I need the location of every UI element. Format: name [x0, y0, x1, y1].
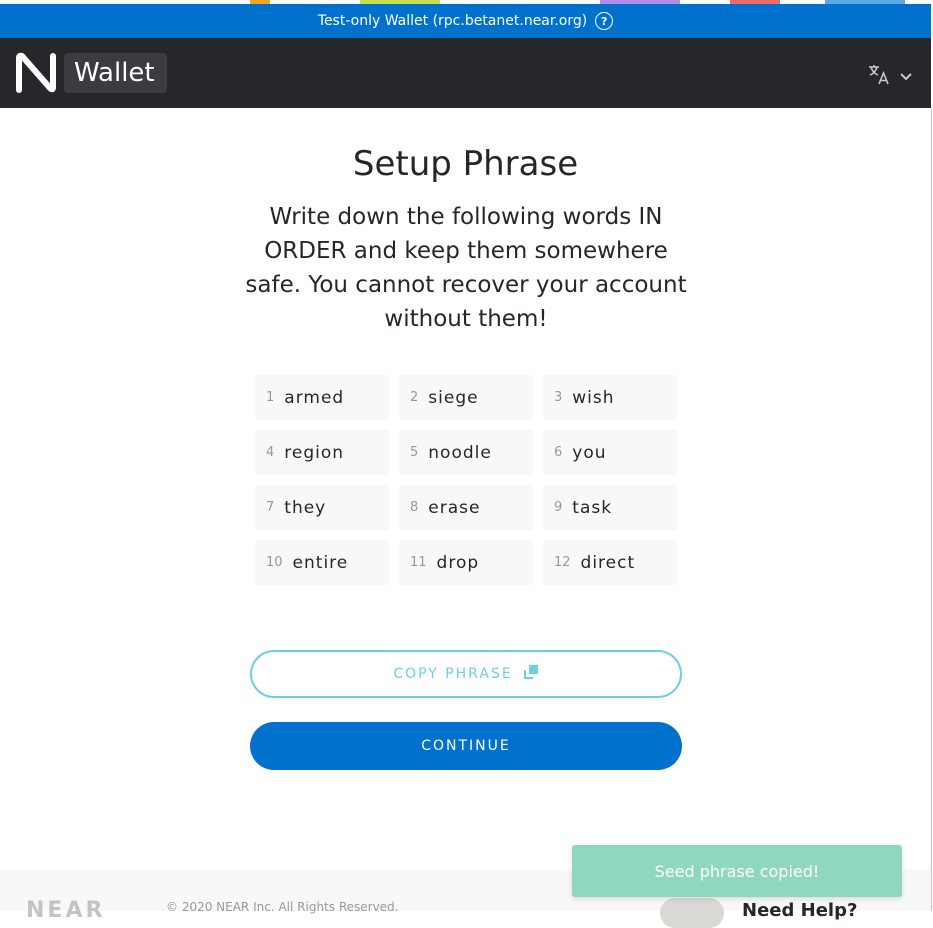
copy-icon [523, 664, 539, 684]
continue-button[interactable]: CONTINUE [250, 722, 682, 770]
seed-word: 12 direct [543, 540, 677, 585]
footer-copyright: © 2020 NEAR Inc. All Rights Reserved. [166, 900, 399, 914]
seed-word: 6 you [543, 430, 677, 475]
seed-word: 7 they [255, 485, 389, 530]
copied-toast: Seed phrase copied! [572, 845, 902, 897]
seed-word: 5 noodle [399, 430, 533, 475]
seed-word: 1 armed [255, 375, 389, 420]
seed-word: 4 region [255, 430, 389, 475]
seed-word: 3 wish [543, 375, 677, 420]
chevron-down-icon [899, 67, 913, 86]
top-navbar: Wallet [0, 38, 931, 108]
copy-phrase-button[interactable]: COPY PHRASE [250, 650, 682, 698]
app-name: Wallet [64, 53, 167, 93]
seed-word: 9 task [543, 485, 677, 530]
translate-icon [867, 62, 891, 90]
page-title: Setup Phrase [352, 144, 579, 184]
testnet-banner: Test-only Wallet (rpc.betanet.near.org) … [0, 4, 931, 38]
seed-word: 2 siege [399, 375, 533, 420]
help-icon[interactable]: ? [595, 12, 614, 30]
banner-text: Test-only Wallet (rpc.betanet.near.org) [317, 13, 588, 29]
near-logo-icon [14, 52, 58, 94]
language-selector[interactable] [867, 62, 913, 90]
seed-word: 8 erase [399, 485, 533, 530]
page-edge [931, 108, 932, 911]
seed-word: 11 drop [399, 540, 533, 585]
page-instructions: Write down the following words IN ORDER … [245, 204, 687, 332]
wallet-logo[interactable]: Wallet [14, 52, 169, 94]
seed-word: 10 entire [255, 540, 389, 585]
copy-phrase-label: COPY PHRASE [393, 666, 513, 682]
seed-phrase-grid: 1 armed 2 siege 3 wish 4 region 5 noodle 6 you… [255, 375, 677, 585]
help-illustration [660, 898, 724, 928]
